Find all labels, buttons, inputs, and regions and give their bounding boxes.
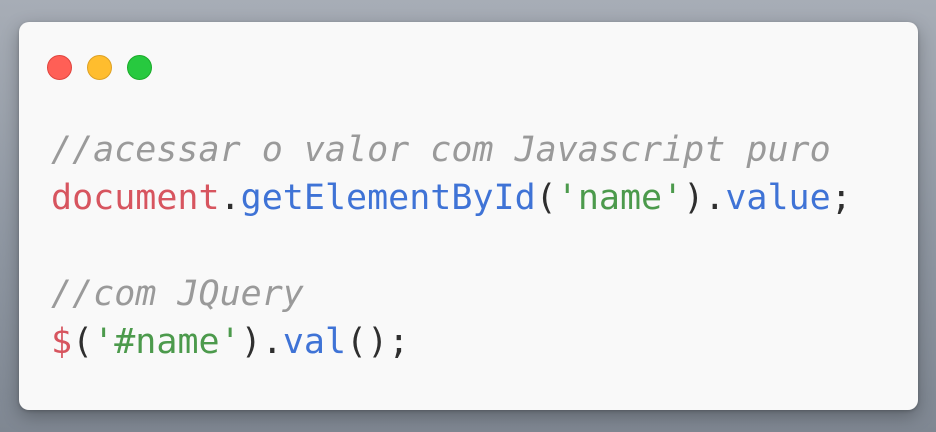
maximize-window-button[interactable] <box>127 55 152 80</box>
code-punctuation: . <box>704 178 726 218</box>
code-punctuation: ) <box>240 322 262 362</box>
code-punctuation: . <box>219 178 241 218</box>
close-window-button[interactable] <box>47 55 72 80</box>
code-line-1: //acessar o valor com Javascript puro <box>51 126 852 174</box>
code-punctuation: ( <box>72 322 94 362</box>
code-object: $ <box>51 322 73 362</box>
code-object: document <box>51 178 220 218</box>
code-string: 'name' <box>556 178 684 218</box>
code-punctuation: ; <box>388 322 410 362</box>
code-comment: //acessar o valor com Javascript puro <box>51 130 831 170</box>
code-punctuation: . <box>261 322 283 362</box>
code-line-5: $('#name').val(); <box>51 318 852 366</box>
code-line-4: //com JQuery <box>51 270 852 318</box>
minimize-window-button[interactable] <box>87 55 112 80</box>
code-block: //acessar o valor com Javascript puro doc… <box>51 126 852 366</box>
code-punctuation: ; <box>830 178 852 218</box>
code-punctuation: ) <box>683 178 705 218</box>
code-property: value <box>725 178 831 218</box>
code-string: '#name' <box>93 322 241 362</box>
code-punctuation: ( <box>535 178 557 218</box>
code-line-3-blank <box>51 222 852 270</box>
code-line-2: document.getElementById('name').value; <box>51 174 852 222</box>
code-method: val <box>282 322 347 362</box>
code-window: //acessar o valor com Javascript puro doc… <box>19 22 918 410</box>
code-method: getElementById <box>240 178 536 218</box>
code-punctuation: () <box>346 322 389 362</box>
window-titlebar <box>19 22 918 102</box>
code-comment: //com JQuery <box>51 274 304 314</box>
